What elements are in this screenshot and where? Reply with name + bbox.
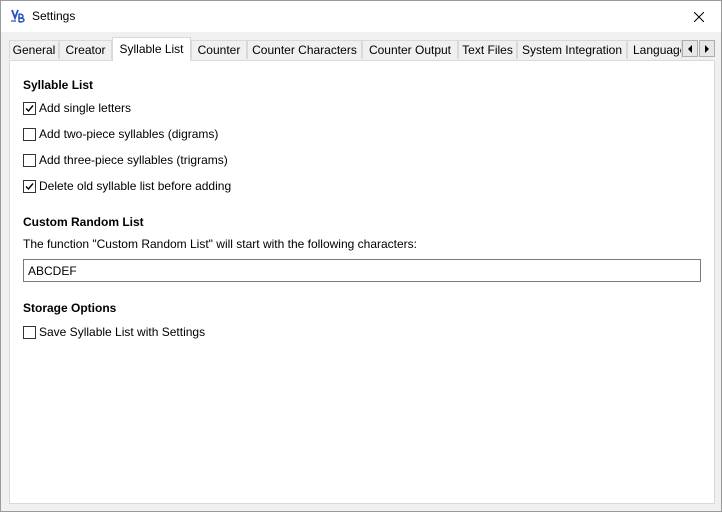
option-add-digrams[interactable]: Add two-piece syllables (digrams): [23, 127, 218, 142]
tab-creator[interactable]: Creator: [59, 40, 112, 59]
option-add-single-letters[interactable]: Add single letters: [23, 101, 131, 116]
option-delete-old-list[interactable]: Delete old syllable list before adding: [23, 179, 231, 194]
custom-random-list-input[interactable]: [23, 259, 701, 282]
close-button[interactable]: [676, 1, 721, 32]
close-icon: [693, 11, 704, 22]
checkbox-unchecked[interactable]: [23, 154, 36, 167]
option-add-trigrams[interactable]: Add three-piece syllables (trigrams): [23, 153, 228, 168]
checkbox-checked[interactable]: [23, 102, 36, 115]
tab-strip: General Creator Syllable List Counter Co…: [9, 37, 715, 61]
checkbox-checked[interactable]: [23, 180, 36, 193]
checkbox-unchecked[interactable]: [23, 128, 36, 141]
syllable-list-heading: Syllable List: [23, 78, 94, 92]
tab-system-integration[interactable]: System Integration: [517, 40, 627, 59]
tab-scroll-right-button[interactable]: [699, 40, 715, 57]
arrow-left-icon: [687, 44, 693, 53]
tab-counter[interactable]: Counter: [191, 40, 247, 59]
settings-window: Settings General Creator Syllable List C…: [0, 0, 722, 512]
arrow-right-icon: [704, 44, 710, 53]
option-save-syllable-list[interactable]: Save Syllable List with Settings: [23, 325, 205, 340]
window-title: Settings: [32, 9, 76, 23]
tab-counter-output[interactable]: Counter Output: [362, 40, 458, 59]
custom-random-list-description: The function "Custom Random List" will s…: [23, 237, 418, 251]
tab-counter-characters[interactable]: Counter Characters: [247, 40, 362, 59]
option-label: Add three-piece syllables (trigrams): [39, 153, 228, 167]
tab-text-files[interactable]: Text Files: [458, 40, 517, 59]
option-label: Save Syllable List with Settings: [39, 325, 206, 339]
custom-random-list-heading: Custom Random List: [23, 215, 144, 229]
tab-syllable-list[interactable]: Syllable List: [112, 37, 191, 61]
tab-language[interactable]: Language: [627, 40, 682, 59]
storage-options-heading: Storage Options: [23, 301, 117, 315]
syllable-list-tab-page: Syllable List Add single letters Add two…: [9, 60, 715, 504]
option-label: Add two-piece syllables (digrams): [39, 127, 219, 141]
tab-general[interactable]: General: [9, 40, 59, 59]
tab-scroll-left-button[interactable]: [682, 40, 698, 57]
option-label: Delete old syllable list before adding: [39, 179, 232, 193]
option-label: Add single letters: [39, 101, 132, 115]
checkbox-unchecked[interactable]: [23, 326, 36, 339]
title-bar[interactable]: Settings: [1, 1, 721, 32]
dialog-client-area: General Creator Syllable List Counter Co…: [1, 32, 721, 511]
syllable-app-icon: [10, 8, 26, 24]
